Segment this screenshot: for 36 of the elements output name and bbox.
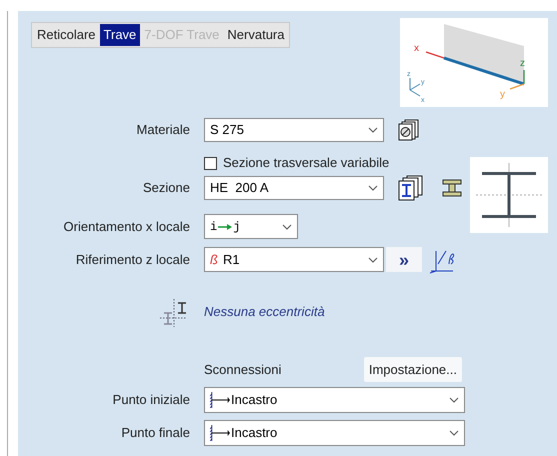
eccentricity-icon — [160, 299, 186, 327]
field-label: Punto finale — [121, 424, 190, 442]
field-label: Punto iniziale — [112, 391, 190, 410]
orientation-dropdown[interactable]: i j — [204, 214, 298, 239]
chevron-down-icon — [449, 397, 459, 403]
tab[interactable]: Reticolare — [33, 24, 100, 46]
arrow-right-icon — [218, 222, 232, 230]
i-beam-icon[interactable] — [442, 179, 462, 197]
release-dropdown[interactable]: Incastro — [204, 420, 465, 446]
release-dropdown[interactable]: Incastro — [204, 387, 465, 413]
fixed-support-icon — [210, 392, 230, 408]
chevron-down-icon — [368, 185, 378, 191]
chevron-down-icon — [368, 127, 378, 133]
tab[interactable]: Nervatura — [223, 24, 288, 46]
orientation-value: i j — [210, 218, 240, 236]
section-library-icon[interactable] — [398, 175, 424, 201]
material-dropdown[interactable]: S 275 — [204, 118, 384, 142]
section-dropdown[interactable]: HE 200 A — [204, 176, 384, 200]
checkbox[interactable] — [204, 156, 217, 170]
material-library-icon[interactable] — [398, 119, 420, 141]
chevron-down-icon — [368, 256, 378, 262]
settings-button[interactable]: Impostazione... — [364, 357, 462, 382]
eccentricity-text: Nessuna eccentricità — [204, 303, 325, 321]
more-button[interactable]: » — [386, 247, 422, 272]
tab[interactable]: Trave — [100, 24, 140, 46]
checkbox-label: Sezione trasversale variabile — [223, 154, 390, 172]
field-label: Sezione — [143, 179, 190, 198]
fixed-support-icon — [210, 425, 230, 441]
chevron-down-icon — [282, 224, 292, 230]
field-label: Orientamento x locale — [64, 218, 190, 236]
field-label: Riferimento z locale — [76, 250, 190, 269]
chevron-down-icon — [449, 430, 459, 436]
z-reference-value: ß R1 — [210, 250, 240, 269]
field-label: Materiale — [136, 121, 190, 140]
z-reference-dropdown[interactable]: ß R1 — [204, 247, 384, 272]
section-title: Sconnessioni — [204, 360, 282, 379]
